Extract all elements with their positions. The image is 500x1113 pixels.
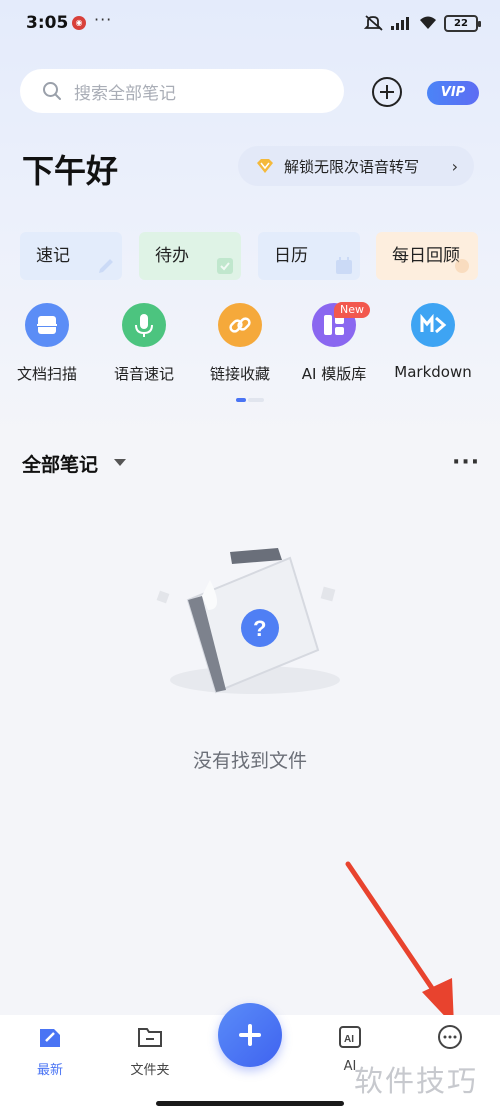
greeting-title: 下午好 [22, 152, 119, 190]
empty-folder-illustration: ? [156, 548, 340, 694]
quick-card-todo[interactable]: 待办 [139, 232, 241, 280]
home-indicator[interactable] [156, 1101, 344, 1106]
scan-icon [25, 303, 69, 347]
promo-text: 解锁无限次语音转写 [284, 157, 420, 176]
feature-label: 链接收藏 [209, 365, 270, 383]
notes-filter-dropdown[interactable]: 全部笔记 [22, 450, 98, 477]
feature-markdown[interactable]: Markdown [383, 303, 483, 381]
watermark: 软件技巧 [354, 1064, 479, 1098]
signal-icon [391, 17, 409, 30]
feature-voice-note[interactable]: 语音速记 [94, 303, 194, 384]
more-options-icon[interactable]: ··· [452, 450, 480, 475]
pencil-icon [99, 259, 113, 273]
status-more: ··· [94, 10, 113, 29]
markdown-icon [411, 303, 455, 347]
quick-card-label: 速记 [36, 246, 70, 266]
empty-state-text: 没有找到文件 [192, 750, 307, 772]
feature-link-save[interactable]: 链接收藏 [190, 303, 290, 384]
checkbox-icon [217, 258, 233, 274]
feature-label: 语音速记 [113, 365, 174, 383]
nav-more[interactable] [410, 1023, 490, 1059]
vip-button[interactable]: VIP [427, 81, 479, 105]
new-badge: New [334, 302, 370, 318]
feature-doc-scan[interactable]: 文档扫描 [0, 303, 97, 384]
quick-card-label: 每日回顾 [392, 246, 460, 266]
promo-banner[interactable]: 解锁无限次语音转写 › [238, 146, 474, 186]
search-input[interactable]: 搜索全部笔记 [20, 69, 344, 113]
latest-icon [40, 1029, 60, 1047]
more-icon [438, 1025, 462, 1049]
quick-card-label: 待办 [155, 246, 189, 266]
search-icon [43, 82, 61, 100]
create-note-button[interactable] [218, 1003, 282, 1067]
status-bar: 3:05 ◉ ··· 22 [0, 0, 500, 46]
nav-latest[interactable]: 最新 [10, 1023, 90, 1078]
feature-label: Markdown [394, 363, 472, 381]
caret-down-icon[interactable] [114, 459, 126, 466]
status-time: 3:05 [26, 13, 69, 33]
pager-dot-active [236, 398, 246, 402]
annotation-arrow [345, 861, 454, 1026]
nav-label: 最新 [36, 1063, 63, 1078]
nav-folder[interactable]: 文件夹 [110, 1023, 190, 1078]
quick-card-shorthand[interactable]: 速记 [20, 232, 122, 280]
add-icon[interactable] [372, 77, 402, 107]
status-indicators: 22 [364, 13, 481, 33]
mute-icon [364, 15, 383, 31]
calendar-icon [336, 257, 352, 274]
link-icon [218, 303, 262, 347]
quick-card-daily-review[interactable]: 每日回顾 [376, 232, 478, 280]
chevron-right-icon: › [451, 157, 458, 176]
wifi-icon [420, 16, 436, 29]
review-icon [455, 259, 469, 273]
diamond-icon [257, 159, 273, 173]
svg-text:AI: AI [344, 1034, 354, 1045]
quick-card-calendar[interactable]: 日历 [258, 232, 360, 280]
feature-label: AI 模版库 [301, 365, 367, 383]
ai-icon: AI [339, 1026, 361, 1048]
quick-card-label: 日历 [274, 246, 308, 266]
folder-icon [138, 1028, 162, 1047]
svg-text:?: ? [253, 616, 266, 641]
microphone-icon [122, 303, 166, 347]
search-placeholder: 搜索全部笔记 [74, 83, 176, 104]
battery-icon: 22 [444, 14, 481, 32]
pager-dot [248, 398, 264, 402]
nav-label: 文件夹 [130, 1063, 170, 1078]
feature-label: 文档扫描 [16, 365, 77, 383]
app-notification-icon: ◉ [72, 16, 86, 30]
